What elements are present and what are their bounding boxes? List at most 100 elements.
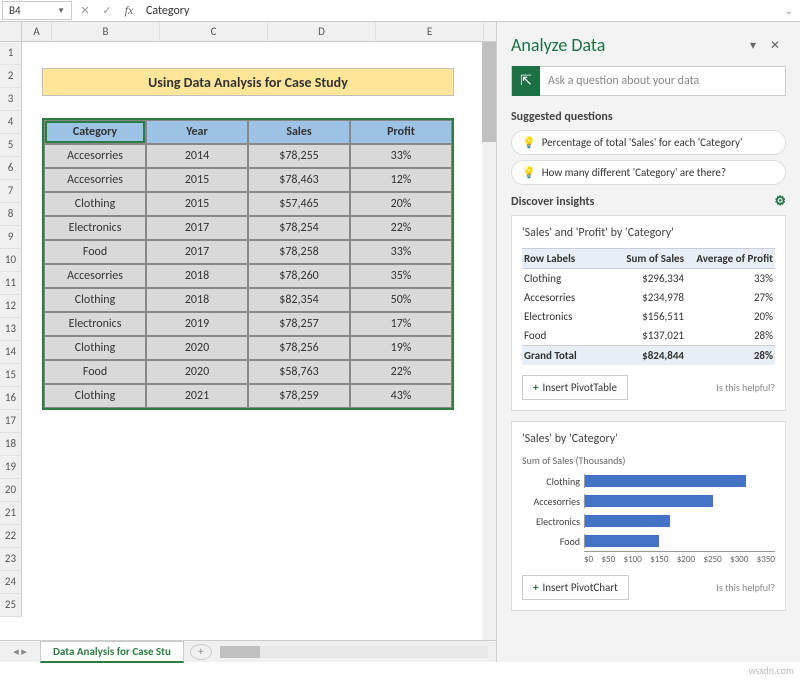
cells-area[interactable]: Using Data Analysis for Case Study Categ… xyxy=(22,42,496,617)
table-row[interactable]: Food2020$58,76322% xyxy=(44,360,452,384)
insert-pivotchart-button[interactable]: +Insert PivotChart xyxy=(522,575,629,600)
table-cell[interactable]: $78,463 xyxy=(248,168,350,192)
expand-formula-bar-icon[interactable]: ⌄ xyxy=(778,4,800,17)
col-head-e[interactable]: E xyxy=(376,22,484,41)
table-cell[interactable]: 17% xyxy=(350,312,452,336)
table-cell[interactable]: Accesorries xyxy=(44,264,146,288)
table-cell[interactable]: $58,763 xyxy=(248,360,350,384)
row-head-14[interactable]: 14 xyxy=(0,341,22,364)
row-head-17[interactable]: 17 xyxy=(0,410,22,433)
table-cell[interactable]: 12% xyxy=(350,168,452,192)
table-cell[interactable]: $78,256 xyxy=(248,336,350,360)
table-row[interactable]: Clothing2020$78,25619% xyxy=(44,336,452,360)
row-head-2[interactable]: 2 xyxy=(0,65,22,88)
close-pane-icon[interactable]: ✕ xyxy=(764,38,786,53)
row-head-21[interactable]: 21 xyxy=(0,502,22,525)
row-head-19[interactable]: 19 xyxy=(0,456,22,479)
row-head-3[interactable]: 3 xyxy=(0,88,22,111)
table-cell[interactable]: $82,354 xyxy=(248,288,350,312)
table-cell[interactable]: 50% xyxy=(350,288,452,312)
row-head-1[interactable]: 1 xyxy=(0,42,22,65)
row-head-4[interactable]: 4 xyxy=(0,111,22,134)
row-head-9[interactable]: 9 xyxy=(0,226,22,249)
add-sheet-button[interactable]: + xyxy=(190,644,212,660)
table-row[interactable]: Accesorries2018$78,26035% xyxy=(44,264,452,288)
table-cell[interactable]: Electronics xyxy=(44,312,146,336)
table-cell[interactable]: Clothing xyxy=(44,192,146,216)
table-row[interactable]: Accesorries2015$78,46312% xyxy=(44,168,452,192)
table-cell[interactable]: $57,465 xyxy=(248,192,350,216)
name-box[interactable]: B4 ▼ xyxy=(2,1,72,20)
row-head-15[interactable]: 15 xyxy=(0,364,22,387)
row-head-7[interactable]: 7 xyxy=(0,180,22,203)
row-head-23[interactable]: 23 xyxy=(0,548,22,571)
fx-icon[interactable]: fx xyxy=(118,3,140,18)
table-cell[interactable]: 2020 xyxy=(146,336,248,360)
table-row[interactable]: Food2017$78,25833% xyxy=(44,240,452,264)
row-head-12[interactable]: 12 xyxy=(0,295,22,318)
row-head-24[interactable]: 24 xyxy=(0,571,22,594)
row-head-10[interactable]: 10 xyxy=(0,249,22,272)
sheet-nav-buttons[interactable]: ◂ ▸ xyxy=(0,645,40,658)
row-head-25[interactable]: 25 xyxy=(0,594,22,617)
table-cell[interactable]: 19% xyxy=(350,336,452,360)
vertical-scrollbar-thumb[interactable] xyxy=(482,42,496,142)
row-head-6[interactable]: 6 xyxy=(0,157,22,180)
table-cell[interactable]: $78,259 xyxy=(248,384,350,408)
row-head-18[interactable]: 18 xyxy=(0,433,22,456)
table-header[interactable]: Profit xyxy=(350,120,452,144)
table-cell[interactable]: Electronics xyxy=(44,216,146,240)
row-head-22[interactable]: 22 xyxy=(0,525,22,548)
table-cell[interactable]: 2017 xyxy=(146,216,248,240)
table-header[interactable]: Sales xyxy=(248,120,350,144)
row-head-20[interactable]: 20 xyxy=(0,479,22,502)
table-cell[interactable]: 2015 xyxy=(146,168,248,192)
table-row[interactable]: Clothing2018$82,35450% xyxy=(44,288,452,312)
gear-icon[interactable]: ⚙ xyxy=(774,194,786,209)
table-header[interactable]: Year xyxy=(146,120,248,144)
ask-question-input[interactable]: Ask a question about your data xyxy=(540,74,785,88)
is-this-helpful-link[interactable]: Is this helpful? xyxy=(716,581,775,594)
table-cell[interactable]: 35% xyxy=(350,264,452,288)
table-row[interactable]: Accesorries2014$78,25533% xyxy=(44,144,452,168)
table-cell[interactable]: 22% xyxy=(350,360,452,384)
table-cell[interactable]: $78,260 xyxy=(248,264,350,288)
select-all-corner[interactable] xyxy=(0,22,22,41)
table-cell[interactable]: $78,255 xyxy=(248,144,350,168)
table-cell[interactable]: Accesorries xyxy=(44,144,146,168)
is-this-helpful-link[interactable]: Is this helpful? xyxy=(716,381,775,394)
table-cell[interactable]: $78,258 xyxy=(248,240,350,264)
insert-pivottable-button[interactable]: +Insert PivotTable xyxy=(522,375,628,400)
table-cell[interactable]: 2015 xyxy=(146,192,248,216)
table-cell[interactable]: $78,257 xyxy=(248,312,350,336)
table-cell[interactable]: 2019 xyxy=(146,312,248,336)
row-head-8[interactable]: 8 xyxy=(0,203,22,226)
table-cell[interactable]: Food xyxy=(44,360,146,384)
chevron-down-icon[interactable]: ▼ xyxy=(57,6,65,16)
row-head-13[interactable]: 13 xyxy=(0,318,22,341)
table-row[interactable]: Clothing2021$78,25943% xyxy=(44,384,452,408)
table-cell[interactable]: 33% xyxy=(350,144,452,168)
table-cell[interactable]: 2021 xyxy=(146,384,248,408)
col-head-b[interactable]: B xyxy=(52,22,160,41)
row-head-5[interactable]: 5 xyxy=(0,134,22,157)
table-cell[interactable]: 2018 xyxy=(146,288,248,312)
row-head-16[interactable]: 16 xyxy=(0,387,22,410)
horizontal-scrollbar[interactable] xyxy=(220,646,488,658)
horizontal-scrollbar-thumb[interactable] xyxy=(220,646,260,658)
formula-input[interactable]: Category xyxy=(140,2,778,20)
col-head-c[interactable]: C xyxy=(160,22,268,41)
table-cell[interactable]: Clothing xyxy=(44,384,146,408)
table-cell[interactable]: Clothing xyxy=(44,288,146,312)
table-cell[interactable]: 22% xyxy=(350,216,452,240)
table-cell[interactable]: 20% xyxy=(350,192,452,216)
table-row[interactable]: Electronics2019$78,25717% xyxy=(44,312,452,336)
suggested-question-1[interactable]: 💡Percentage of total 'Sales' for each 'C… xyxy=(511,130,786,155)
ask-question-box[interactable]: ⇱ Ask a question about your data xyxy=(511,66,786,96)
table-cell[interactable]: 2014 xyxy=(146,144,248,168)
table-cell[interactable]: $78,254 xyxy=(248,216,350,240)
suggested-question-2[interactable]: 💡How many different 'Category' are there… xyxy=(511,160,786,185)
col-head-a[interactable]: A xyxy=(22,22,52,41)
table-cell[interactable]: Accesorries xyxy=(44,168,146,192)
table-cell[interactable]: Clothing xyxy=(44,336,146,360)
